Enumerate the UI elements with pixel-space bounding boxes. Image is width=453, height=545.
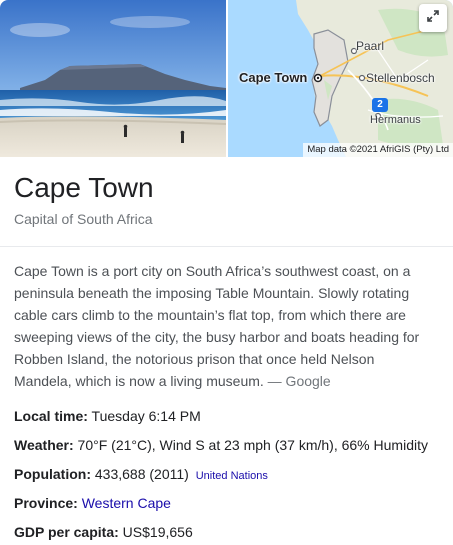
fact-label[interactable]: Province:	[14, 495, 78, 511]
route-shield: 2	[372, 98, 388, 112]
fact-weather: Weather: 70°F (21°C), Wind S at 23 mph (…	[14, 435, 428, 455]
fact-label[interactable]: Local time:	[14, 408, 88, 424]
expand-map-button[interactable]	[419, 4, 447, 32]
description-text: Cape Town is a port city on South Africa…	[14, 263, 420, 389]
subtitle: Capital of South Africa	[14, 211, 153, 227]
fact-value: Tuesday 6:14 PM	[91, 408, 201, 424]
map-label-stellenbosch: Stellenbosch	[366, 71, 435, 85]
fact-population: Population: 433,688 (2011) United Nation…	[14, 464, 268, 486]
fact-label[interactable]: GDP per capita:	[14, 524, 119, 540]
map-attribution: Map data ©2021 AfriGIS (Pty) Ltd	[303, 143, 453, 157]
map-label-hermanus: Hermanus	[370, 114, 421, 126]
source-link-united-nations[interactable]: United Nations	[196, 470, 268, 482]
fact-gdp: GDP per capita: US$19,656	[14, 522, 193, 542]
knowledge-panel: Paarl Cape Town Stellenbosch Hermanus 2 …	[0, 0, 453, 545]
expand-arrows-icon	[426, 9, 440, 28]
fact-value: US$19,656	[122, 524, 193, 540]
map-label-paarl: Paarl	[356, 39, 385, 53]
fact-value: 433,688 (2011)	[94, 466, 189, 482]
fact-label[interactable]: Weather:	[14, 437, 74, 453]
fact-province: Province: Western Cape	[14, 493, 171, 513]
hero-images: Paarl Cape Town Stellenbosch Hermanus 2 …	[0, 0, 453, 157]
divider	[0, 246, 453, 247]
map-label-cape-town: Cape Town	[239, 70, 308, 85]
fact-local-time: Local time: Tuesday 6:14 PM	[14, 406, 201, 426]
fact-value: 70°F (21°C), Wind S at 23 mph (37 km/h),…	[77, 437, 428, 453]
cape-town-photo[interactable]	[0, 0, 226, 157]
page-title: Cape Town	[14, 172, 154, 203]
province-link[interactable]: Western Cape	[82, 495, 171, 511]
description: Cape Town is a port city on South Africa…	[14, 260, 434, 392]
fact-label[interactable]: Population:	[14, 466, 91, 482]
description-source[interactable]: — Google	[268, 373, 331, 389]
